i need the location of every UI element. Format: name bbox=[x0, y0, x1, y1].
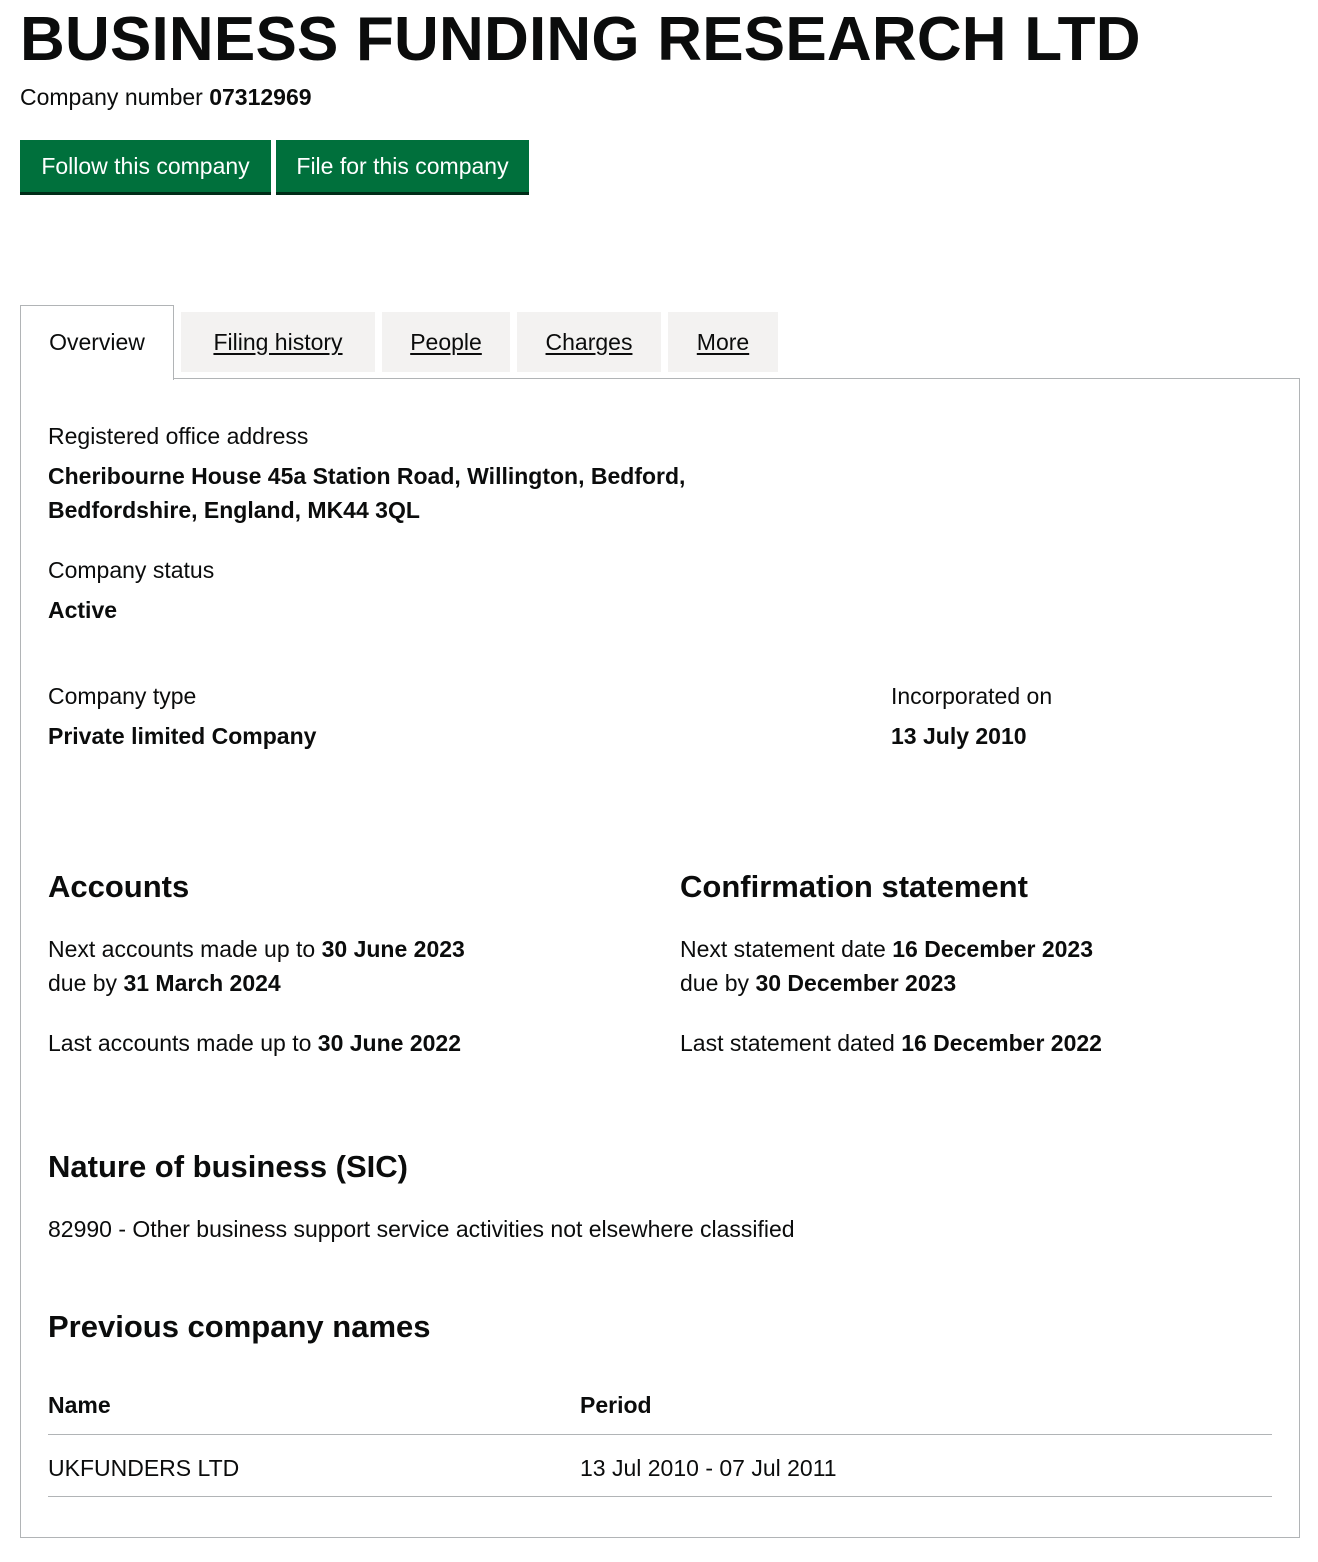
incorporated-value: 13 July 2010 bbox=[891, 723, 1027, 749]
confirmation-heading: Confirmation statement bbox=[680, 869, 1028, 904]
company-number-value: 07312969 bbox=[209, 84, 312, 110]
confirmation-last: Last statement dated 16 December 2022 bbox=[680, 1026, 1102, 1060]
follow-company-button[interactable]: Follow this company bbox=[20, 140, 271, 192]
confirmation-due: due by 30 December 2023 bbox=[680, 966, 956, 1000]
accounts-last-prefix: Last accounts made up to bbox=[48, 1030, 312, 1056]
accounts-heading: Accounts bbox=[48, 869, 190, 904]
previous-names-heading: Previous company names bbox=[48, 1309, 431, 1344]
company-status-value: Active bbox=[48, 597, 118, 623]
confirmation-last-prefix: Last statement dated bbox=[680, 1030, 895, 1056]
table-row-period: 13 Jul 2010 - 07 Jul 2011 bbox=[580, 1455, 837, 1481]
table-row-divider bbox=[48, 1496, 1272, 1497]
confirmation-next-date: 16 December 2023 bbox=[892, 936, 1093, 962]
file-for-company-button[interactable]: File for this company bbox=[276, 140, 529, 192]
confirmation-due-prefix: due by bbox=[680, 970, 750, 996]
tab-people-label: People bbox=[410, 329, 482, 355]
company-status-label: Company status bbox=[48, 557, 215, 583]
table-header-period: Period bbox=[580, 1392, 652, 1418]
registered-office-label: Registered office address bbox=[48, 423, 309, 449]
tab-filing-history-label: Filing history bbox=[213, 329, 343, 355]
incorporated-label: Incorporated on bbox=[891, 683, 1053, 709]
accounts-due: due by 31 March 2024 bbox=[48, 966, 281, 1000]
accounts-last-date: 30 June 2022 bbox=[317, 1030, 461, 1056]
table-row-name: UKFUNDERS LTD bbox=[48, 1455, 240, 1481]
tab-charges[interactable]: Charges bbox=[517, 312, 661, 372]
company-number-label: Company number bbox=[20, 84, 203, 110]
accounts-due-prefix: due by bbox=[48, 970, 118, 996]
tab-charges-label: Charges bbox=[545, 329, 633, 355]
tab-overview[interactable]: Overview bbox=[20, 305, 174, 380]
company-type-label: Company type bbox=[48, 683, 197, 709]
table-header-divider bbox=[48, 1434, 1272, 1435]
accounts-due-date: 31 March 2024 bbox=[123, 970, 281, 996]
accounts-last: Last accounts made up to 30 June 2022 bbox=[48, 1026, 461, 1060]
tab-more[interactable]: More bbox=[668, 312, 778, 372]
tab-overview-label: Overview bbox=[49, 329, 145, 355]
confirmation-next-prefix: Next statement date bbox=[680, 936, 886, 962]
confirmation-last-date: 16 December 2022 bbox=[901, 1030, 1102, 1056]
sic-heading: Nature of business (SIC) bbox=[48, 1149, 408, 1184]
accounts-next: Next accounts made up to 30 June 2023 bbox=[48, 932, 465, 966]
overview-panel: Registered office address Cheribourne Ho… bbox=[20, 378, 1300, 1538]
accounts-next-date: 30 June 2023 bbox=[321, 936, 465, 962]
tab-more-label: More bbox=[696, 329, 750, 355]
confirmation-next: Next statement date 16 December 2023 bbox=[680, 932, 1093, 966]
registered-office-line2: Bedfordshire, England, MK44 3QL bbox=[48, 497, 420, 523]
tab-filing-history[interactable]: Filing history bbox=[181, 312, 375, 372]
accounts-next-prefix: Next accounts made up to bbox=[48, 936, 316, 962]
sic-entry: 82990 - Other business support service a… bbox=[48, 1216, 795, 1242]
tab-people[interactable]: People bbox=[382, 312, 510, 372]
company-name: BUSINESS FUNDING RESEARCH LTD bbox=[20, 5, 1141, 74]
table-header-name: Name bbox=[48, 1392, 111, 1418]
registered-office-line1: Cheribourne House 45a Station Road, Will… bbox=[48, 463, 686, 489]
confirmation-due-date: 30 December 2023 bbox=[755, 970, 957, 996]
company-type-value: Private limited Company bbox=[48, 723, 317, 749]
company-number: Company number 07312969 bbox=[20, 81, 312, 113]
